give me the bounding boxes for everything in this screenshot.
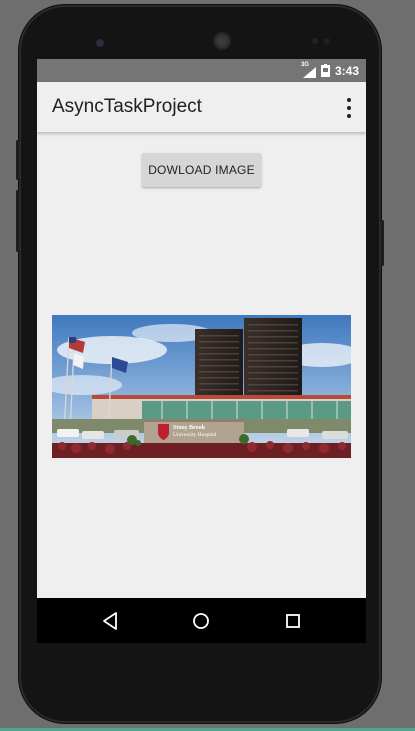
status-time: 3:43	[334, 63, 359, 78]
back-icon[interactable]	[99, 609, 123, 633]
more-vert-icon[interactable]	[345, 98, 353, 118]
device-screen: 3G 3:43 AsyncTaskProject DOWLOAD IMAGE S…	[37, 59, 366, 643]
battery-icon	[320, 64, 330, 77]
navigation-bar	[37, 598, 366, 643]
app-title: AsyncTaskProject	[52, 96, 202, 117]
downloaded-image: Stony Brook University Hospital	[52, 315, 351, 458]
volume-up-button	[16, 140, 19, 180]
home-icon[interactable]	[189, 609, 213, 633]
light-sensor	[324, 38, 330, 44]
front-camera-icon	[96, 39, 104, 47]
image-sign-text-1: Stony Brook	[173, 425, 206, 431]
app-bar: AsyncTaskProject	[37, 82, 366, 132]
download-image-button[interactable]: DOWLOAD IMAGE	[142, 153, 261, 187]
status-bar: 3G 3:43	[37, 59, 366, 82]
signal-3g-icon: 3G	[301, 62, 316, 78]
power-button	[381, 220, 384, 266]
image-sign-text-2: University Hospital	[173, 432, 217, 438]
proximity-sensor	[312, 38, 318, 44]
recents-icon[interactable]	[281, 609, 305, 633]
volume-down-button	[16, 190, 19, 252]
earpiece-speaker-icon	[213, 32, 231, 50]
